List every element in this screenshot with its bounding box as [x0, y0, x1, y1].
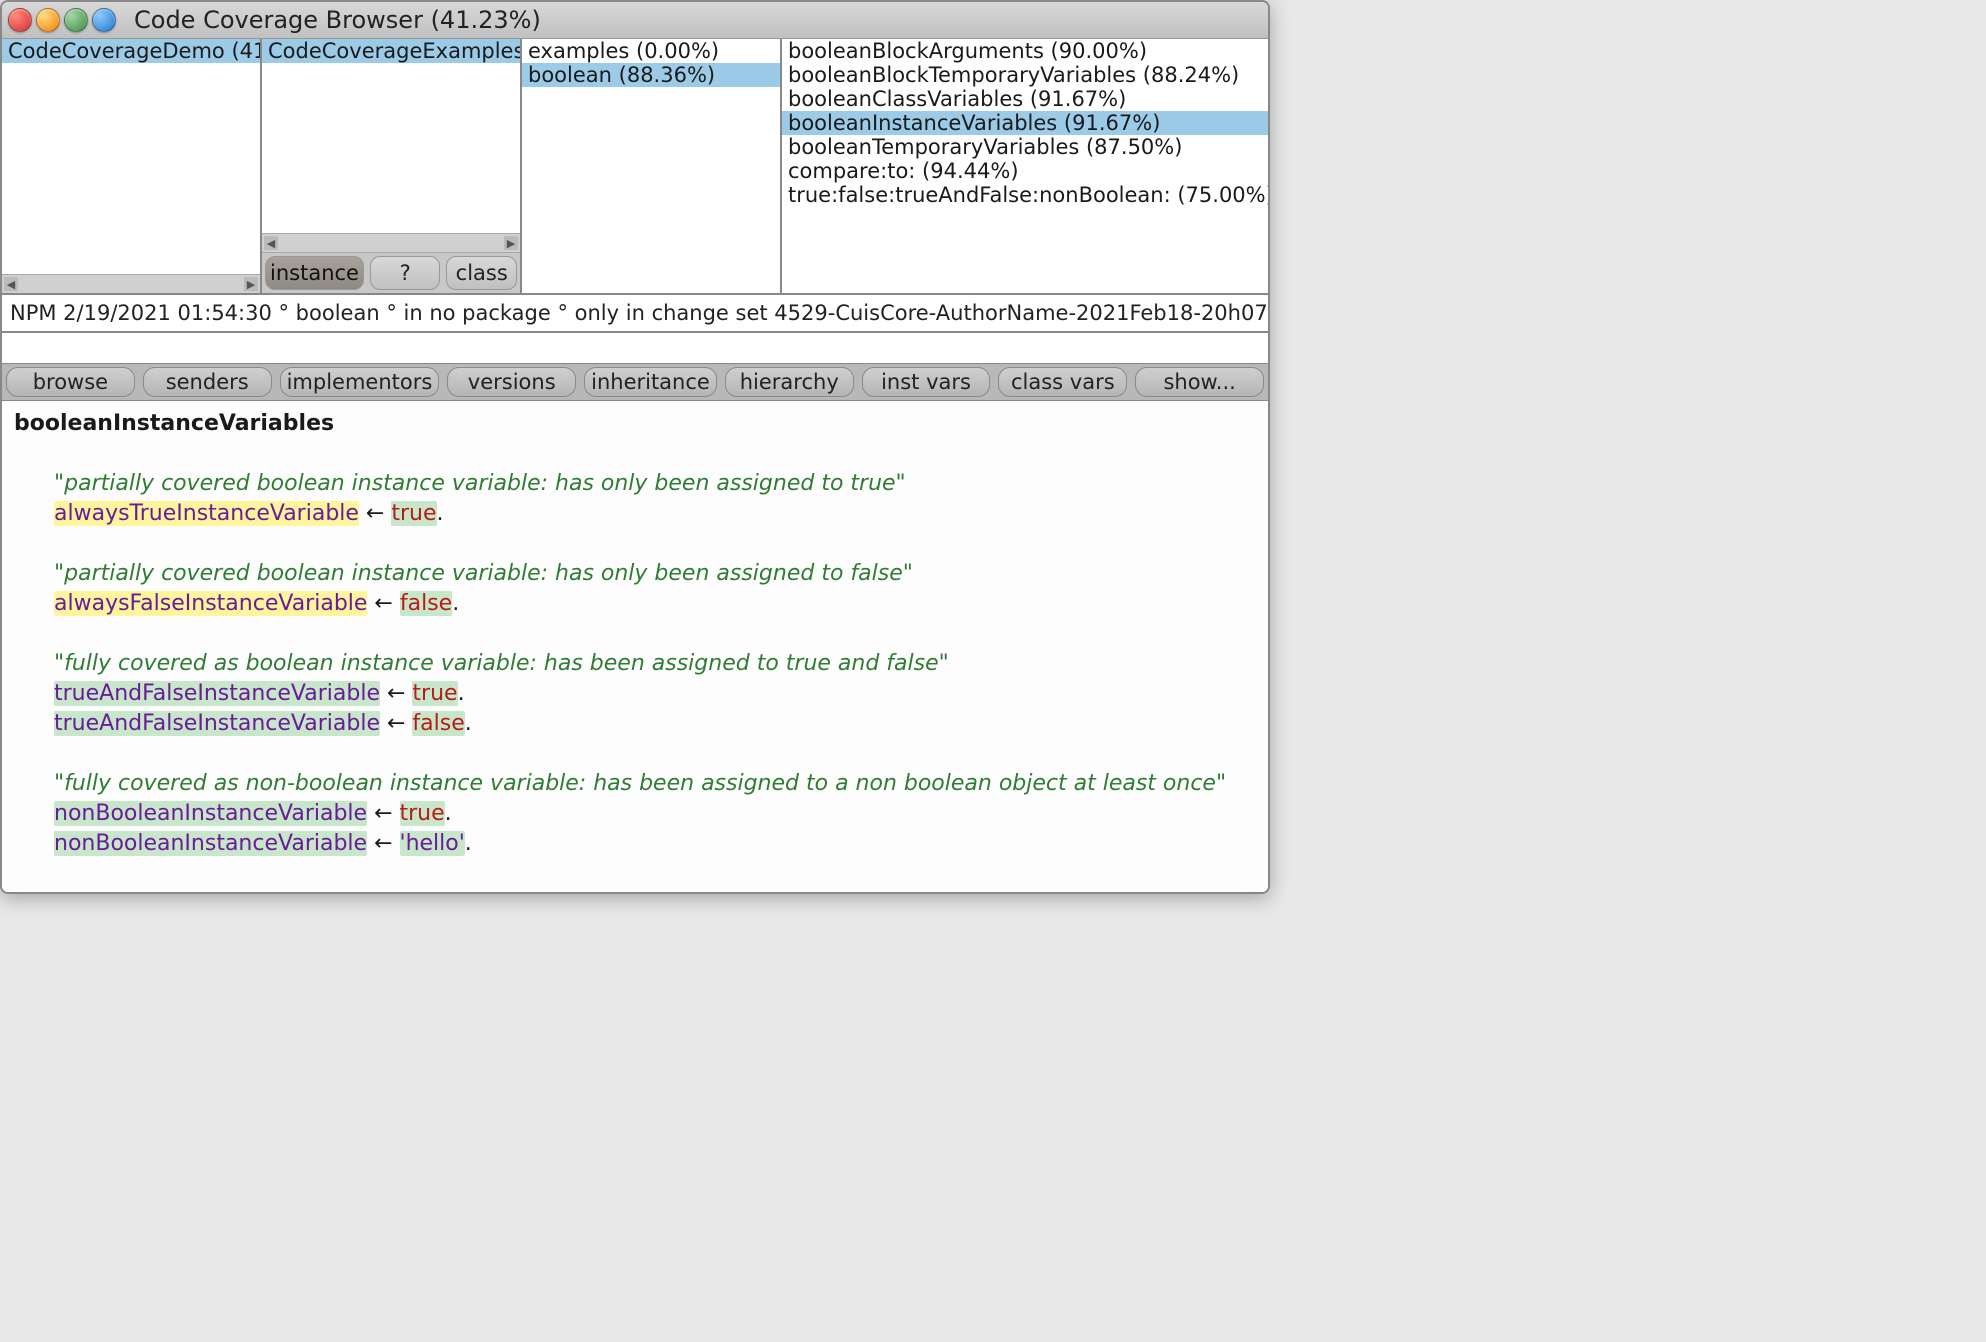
browser-panes: CodeCoverageDemo (41.23%) ◀ ▶ CodeCovera…	[2, 39, 1268, 295]
code-block: "partially covered boolean instance vari…	[14, 469, 1256, 529]
list-item[interactable]: compare:to: (94.44%)	[782, 159, 1268, 183]
scrollbar-horizontal[interactable]: ◀ ▶	[262, 233, 520, 252]
list-item[interactable]: boolean (88.36%)	[522, 63, 780, 87]
gap	[2, 333, 1268, 363]
keyword: false	[400, 591, 452, 616]
titlebar[interactable]: Code Coverage Browser (41.23%)	[2, 2, 1268, 39]
list-item[interactable]: CodeCoverageDemo (41.23%)	[2, 39, 260, 63]
variable-name: alwaysFalseInstanceVariable	[54, 591, 367, 616]
code-line: trueAndFalseInstanceVariable ← false.	[54, 709, 1256, 739]
keyword: false	[412, 711, 464, 736]
list-item[interactable]: booleanBlockArguments (90.00%)	[782, 39, 1268, 63]
scrollbar-horizontal[interactable]: ◀ ▶	[2, 274, 260, 293]
toolbar-class-vars-button[interactable]: class vars	[998, 367, 1127, 397]
window-title: Code Coverage Browser (41.23%)	[134, 6, 541, 34]
method-pane: booleanBlockArguments (90.00%)booleanBlo…	[782, 39, 1268, 293]
code-area[interactable]: booleanInstanceVariables "partially cover…	[2, 401, 1268, 892]
keyword: true	[391, 501, 436, 526]
code-block: "partially covered boolean instance vari…	[14, 559, 1256, 619]
method-name: booleanInstanceVariables	[14, 409, 1256, 439]
code-comment: "fully covered as boolean instance varia…	[54, 649, 1256, 679]
toolbar-hierarchy-button[interactable]: hierarchy	[725, 367, 854, 397]
minimize-icon[interactable]	[36, 8, 60, 32]
variable-name: trueAndFalseInstanceVariable	[54, 681, 380, 706]
tab-class[interactable]: class	[446, 256, 517, 290]
list-item[interactable]: booleanTemporaryVariables (87.50%)	[782, 135, 1268, 159]
toolbar-versions-button[interactable]: versions	[447, 367, 576, 397]
code-comment: "fully covered as non-boolean instance v…	[54, 769, 1256, 799]
code-block: "fully covered as boolean instance varia…	[14, 649, 1256, 739]
package-pane: CodeCoverageDemo (41.23%) ◀ ▶	[2, 39, 262, 293]
variable-name: nonBooleanInstanceVariable	[54, 801, 367, 826]
protocol-list[interactable]: examples (0.00%)boolean (88.36%)	[522, 39, 780, 293]
string-literal: 'hello'	[400, 831, 465, 856]
variable-name: alwaysTrueInstanceVariable	[54, 501, 359, 526]
list-item[interactable]: booleanBlockTemporaryVariables (88.24%)	[782, 63, 1268, 87]
scroll-right-icon[interactable]: ▶	[504, 236, 518, 250]
class-pane: CodeCoverageExamples (41.23%) ◀ ▶ instan…	[262, 39, 522, 293]
toolbar-browse-button[interactable]: browse	[6, 367, 135, 397]
code-comment: "partially covered boolean instance vari…	[54, 469, 1256, 499]
scroll-left-icon[interactable]: ◀	[264, 236, 278, 250]
code-coverage-browser-window: Code Coverage Browser (41.23%) CodeCover…	[0, 0, 1270, 894]
close-icon[interactable]	[8, 8, 32, 32]
code-line: trueAndFalseInstanceVariable ← true.	[54, 679, 1256, 709]
protocol-pane: examples (0.00%)boolean (88.36%)	[522, 39, 782, 293]
maximize-icon[interactable]	[64, 8, 88, 32]
scroll-right-icon[interactable]: ▶	[244, 277, 258, 291]
code-comment: "partially covered boolean instance vari…	[54, 559, 1256, 589]
toolbar-senders-button[interactable]: senders	[143, 367, 272, 397]
toolbar-show----button[interactable]: show...	[1135, 367, 1264, 397]
method-list[interactable]: booleanBlockArguments (90.00%)booleanBlo…	[782, 39, 1268, 293]
toolbar-inheritance-button[interactable]: inheritance	[584, 367, 717, 397]
code-line: alwaysTrueInstanceVariable ← true.	[54, 499, 1256, 529]
toolbar-implementors-button[interactable]: implementors	[280, 367, 440, 397]
list-item[interactable]: true:false:trueAndFalse:nonBoolean: (75.…	[782, 183, 1268, 207]
code-line: nonBooleanInstanceVariable ← true.	[54, 799, 1256, 829]
class-list[interactable]: CodeCoverageExamples (41.23%)	[262, 39, 520, 233]
class-tabs: instance ? class	[262, 252, 520, 293]
tab-instance[interactable]: instance	[265, 256, 364, 290]
keyword: true	[412, 681, 457, 706]
window-menu-icon[interactable]	[92, 8, 116, 32]
keyword: true	[400, 801, 445, 826]
variable-name: trueAndFalseInstanceVariable	[54, 711, 380, 736]
status-line: NPM 2/19/2021 01:54:30 ° boolean ° in no…	[2, 295, 1268, 333]
list-item[interactable]: booleanClassVariables (91.67%)	[782, 87, 1268, 111]
list-item[interactable]: examples (0.00%)	[522, 39, 780, 63]
code-line: nonBooleanInstanceVariable ← 'hello'.	[54, 829, 1256, 859]
toolbar: browse senders implementorsversions inherit…	[2, 363, 1268, 401]
list-item[interactable]: CodeCoverageExamples (41.23%)	[262, 39, 520, 63]
toolbar-inst-vars-button[interactable]: inst vars	[862, 367, 991, 397]
code-line: alwaysFalseInstanceVariable ← false.	[54, 589, 1256, 619]
tab-question[interactable]: ?	[370, 256, 441, 290]
code-block: "fully covered as non-boolean instance v…	[14, 769, 1256, 859]
scroll-left-icon[interactable]: ◀	[4, 277, 18, 291]
list-item[interactable]: booleanInstanceVariables (91.67%)	[782, 111, 1268, 135]
variable-name: nonBooleanInstanceVariable	[54, 831, 367, 856]
package-list[interactable]: CodeCoverageDemo (41.23%)	[2, 39, 260, 274]
